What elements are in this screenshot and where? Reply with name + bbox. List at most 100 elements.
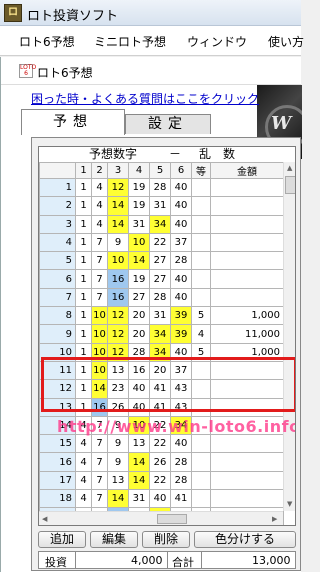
row-number[interactable]: 9 [39,324,76,344]
number-cell[interactable]: 19 [128,269,150,289]
amount-cell[interactable] [210,379,284,399]
amount-cell[interactable] [210,251,284,271]
number-cell[interactable]: 28 [170,452,192,472]
table-row[interactable]: 2 1 4 14 19 31 40 [39,196,284,216]
amount-cell[interactable] [210,177,284,198]
scroll-down-icon[interactable]: ▼ [287,500,292,508]
number-cell[interactable]: 12 [107,177,129,198]
row-number[interactable]: 13 [39,397,76,417]
rank-cell[interactable] [191,196,211,216]
amount-cell[interactable] [210,434,284,454]
table-row[interactable]: 8 1 10 12 20 31 39 5 1,000 [39,306,284,326]
vertical-scroll-thumb[interactable] [285,176,295,194]
horizontal-scroll-thumb[interactable] [157,514,187,524]
rank-cell[interactable] [191,214,211,234]
number-cell[interactable]: 1 [75,251,92,271]
menu-loto6[interactable]: ロト6予想 [19,33,75,50]
rank-cell[interactable] [191,177,211,198]
rank-cell[interactable] [191,269,211,289]
row-number[interactable]: 5 [39,251,76,271]
number-cell[interactable]: 34 [149,342,171,362]
number-cell[interactable]: 40 [170,214,192,234]
table-row[interactable]: 15 4 7 9 13 22 40 [39,434,284,454]
number-cell[interactable]: 40 [149,489,171,509]
number-cell[interactable]: 31 [128,214,150,234]
number-cell[interactable]: 10 [91,306,108,326]
number-cell[interactable]: 41 [170,489,192,509]
number-cell[interactable]: 12 [107,306,129,326]
table-row[interactable]: 6 1 7 16 19 27 40 [39,269,284,289]
number-cell[interactable]: 40 [170,434,192,454]
number-cell[interactable]: 1 [75,306,92,326]
amount-cell[interactable] [210,452,284,472]
table-row[interactable]: 3 1 4 14 31 34 40 [39,214,284,234]
number-cell[interactable]: 19 [128,177,150,198]
row-number[interactable]: 8 [39,306,76,326]
table-row[interactable]: 9 1 10 12 20 34 39 4 11,000 [39,324,284,344]
number-cell[interactable]: 16 [107,287,129,308]
number-cell[interactable]: 13 [128,434,150,454]
number-cell[interactable]: 12 [107,342,129,362]
row-number[interactable]: 6 [39,269,76,289]
row-number[interactable]: 2 [39,196,76,216]
number-cell[interactable]: 10 [91,342,108,362]
number-cell[interactable]: 4 [75,434,92,454]
number-cell[interactable]: 7 [91,489,108,509]
rank-cell[interactable] [191,434,211,454]
number-cell[interactable]: 9 [107,452,129,472]
number-cell[interactable]: 1 [75,342,92,362]
table-row[interactable]: 13 1 16 26 40 41 43 [39,397,284,417]
scroll-up-icon[interactable]: ▲ [287,164,292,172]
row-number[interactable]: 4 [39,232,76,253]
column-header[interactable]: 4 [128,162,150,179]
amount-cell[interactable] [210,287,284,308]
column-header[interactable] [39,162,76,179]
rank-cell[interactable]: 4 [191,324,211,344]
row-number[interactable]: 12 [39,379,76,399]
edit-button[interactable]: 編集 [90,531,138,548]
number-cell[interactable]: 40 [128,379,150,399]
rank-cell[interactable] [191,397,211,417]
horizontal-scrollbar[interactable]: ◀ ▶ [39,511,283,525]
table-row[interactable]: 5 1 7 10 14 27 28 [39,251,284,271]
row-number[interactable]: 17 [39,470,76,491]
number-cell[interactable]: 10 [91,324,108,344]
number-cell[interactable]: 16 [128,360,150,381]
amount-cell[interactable]: 11,000 [210,324,284,344]
number-cell[interactable]: 14 [128,452,150,472]
column-header[interactable]: 2 [91,162,108,179]
table-row[interactable]: 18 4 7 14 31 40 41 [39,489,284,509]
row-number[interactable]: 18 [39,489,76,509]
number-cell[interactable]: 4 [75,489,92,509]
table-row[interactable]: 10 1 10 12 28 34 40 5 1,000 [39,342,284,362]
number-cell[interactable]: 1 [75,269,92,289]
number-cell[interactable]: 39 [170,324,192,344]
number-cell[interactable]: 1 [75,232,92,253]
menu-window[interactable]: ウィンドウ [187,33,247,50]
number-cell[interactable]: 14 [107,196,129,216]
prediction-grid[interactable]: 予想数字 － 乱 数 1 2 3 4 5 6 等金額 1 1 4 12 19 28 40 2 1 4 14 19 3… [38,146,296,526]
amount-cell[interactable] [210,196,284,216]
number-cell[interactable]: 19 [128,196,150,216]
number-cell[interactable]: 27 [149,269,171,289]
number-cell[interactable]: 13 [107,360,129,381]
delete-button[interactable]: 削除 [142,531,190,548]
rank-cell[interactable] [191,232,211,253]
number-cell[interactable]: 26 [107,397,129,417]
number-cell[interactable]: 7 [91,470,108,491]
scroll-right-icon[interactable]: ▶ [272,515,277,523]
number-cell[interactable]: 34 [149,324,171,344]
table-row[interactable]: 1 1 4 12 19 28 40 [39,177,284,198]
number-cell[interactable]: 4 [75,452,92,472]
number-cell[interactable]: 34 [149,214,171,234]
rank-cell[interactable] [191,489,211,509]
number-cell[interactable]: 9 [107,434,129,454]
number-cell[interactable]: 14 [107,489,129,509]
number-cell[interactable]: 14 [91,379,108,399]
number-cell[interactable]: 7 [91,287,108,308]
column-header[interactable]: 3 [107,162,129,179]
row-number[interactable]: 11 [39,360,76,381]
number-cell[interactable]: 27 [128,287,150,308]
number-cell[interactable]: 22 [149,434,171,454]
number-cell[interactable]: 1 [75,379,92,399]
